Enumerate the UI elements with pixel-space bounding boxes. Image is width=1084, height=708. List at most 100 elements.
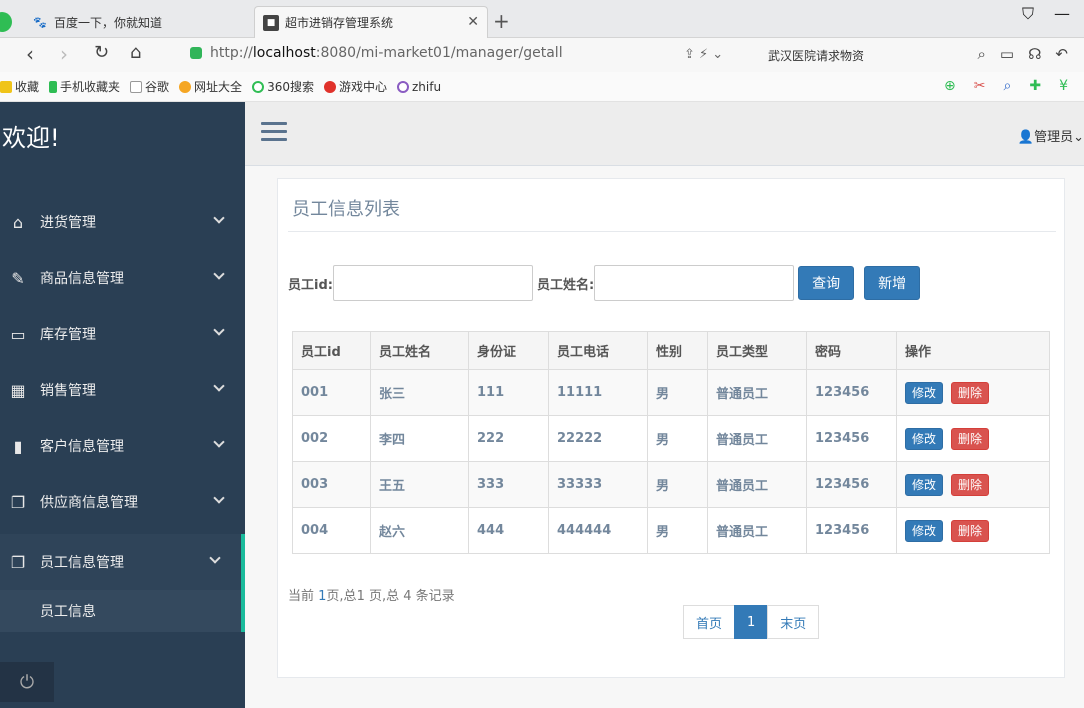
cell-id: 003 xyxy=(292,461,371,508)
new-tab-button[interactable]: + xyxy=(493,9,510,33)
pagination: 首页 1 末页 xyxy=(683,605,820,639)
back-icon[interactable]: ‹ xyxy=(26,42,34,66)
window-controls: ⛉ — xyxy=(1022,4,1084,24)
extension-icon[interactable]: ⊕ xyxy=(944,78,956,94)
sidebar-item-inventory[interactable]: ▭ 库存管理 xyxy=(0,306,245,362)
yen-icon[interactable]: ¥ xyxy=(1059,78,1068,94)
chevron-down-icon xyxy=(213,436,225,448)
cell-gender: 男 xyxy=(647,369,708,416)
search-icon[interactable]: ⌕ xyxy=(978,45,986,63)
last-page-button[interactable]: 末页 xyxy=(767,605,820,639)
delete-button[interactable]: 删除 xyxy=(951,473,990,496)
menu-toggle-icon[interactable] xyxy=(261,122,287,146)
bar-chart-icon: ▮ xyxy=(13,436,23,456)
sidebar-item-label: 进货管理 xyxy=(40,215,96,231)
bookmark-item[interactable]: 网址大全 xyxy=(179,78,242,95)
pagination-info: 当前 1页,总1 页,总 4 条记录 xyxy=(288,589,455,604)
column-header: 员工类型 xyxy=(707,331,807,370)
browser-tab[interactable]: 🐾 百度一下，你就知道 xyxy=(24,6,248,38)
paw-icon: 🐾 xyxy=(33,15,47,29)
cell-actions: 修改 删除 xyxy=(896,507,1050,554)
scissors-icon[interactable]: ✂ xyxy=(974,78,986,94)
cell-type: 普通员工 xyxy=(707,507,807,554)
extension-icons: ⊕ ✂ ⌕ ✚ ¥ xyxy=(944,78,1068,94)
sidebar-item-label: 员工信息管理 xyxy=(40,555,124,571)
cell-id: 001 xyxy=(292,369,371,416)
browser-tab-active[interactable]: ■ 超市进销存管理系统 ✕ xyxy=(254,6,488,38)
delete-button[interactable]: 删除 xyxy=(951,427,990,450)
delete-button[interactable]: 删除 xyxy=(951,519,990,542)
headphones-icon[interactable]: ☊ xyxy=(1028,45,1041,63)
bookmark-item[interactable]: 收藏 xyxy=(0,78,39,95)
home-icon[interactable]: ⌂ xyxy=(130,42,141,63)
chevron-down-icon xyxy=(209,552,221,564)
first-page-button[interactable]: 首页 xyxy=(683,605,736,639)
sidebar-item-label: 供应商信息管理 xyxy=(40,495,138,511)
share-icon[interactable]: ⇪ ⚡ ⌄ xyxy=(684,47,723,62)
forward-icon[interactable]: › xyxy=(60,42,68,66)
delete-button[interactable]: 删除 xyxy=(951,381,990,404)
sidebar-item-suppliers[interactable]: ❐ 供应商信息管理 xyxy=(0,474,245,530)
cell-id-card: 444 xyxy=(468,507,549,554)
sidebar-item-products[interactable]: ✎ 商品信息管理 xyxy=(0,250,245,306)
bookmark-item[interactable]: 360搜索 xyxy=(252,78,314,95)
clone-icon: ❐ xyxy=(10,552,26,572)
page-number-button[interactable]: 1 xyxy=(734,605,769,639)
edit-button[interactable]: 修改 xyxy=(905,427,944,450)
security-shield-icon xyxy=(190,47,202,59)
bookmark-item[interactable]: zhifu xyxy=(396,80,441,94)
bookmark-item[interactable]: 谷歌 xyxy=(130,78,169,95)
cell-id-card: 222 xyxy=(468,415,549,462)
sidebar-item-employees[interactable]: ❐ 员工信息管理 xyxy=(0,534,245,590)
circle-icon xyxy=(396,80,409,93)
cell-password: 123456 xyxy=(806,461,897,508)
gamepad-icon[interactable]: ✚ xyxy=(1029,78,1041,94)
employee-name-input[interactable] xyxy=(594,265,795,301)
add-button[interactable]: 新增 xyxy=(864,266,921,300)
sidebar-item-label: 库存管理 xyxy=(40,327,96,343)
power-icon[interactable]: ⏻ xyxy=(0,662,54,702)
close-tab-icon[interactable]: ✕ xyxy=(467,14,479,30)
table-row: 004 赵六 444 444444 男 普通员工 123456 修改 删除 xyxy=(292,507,1050,554)
edit-button[interactable]: 修改 xyxy=(905,381,944,404)
column-header: 员工姓名 xyxy=(370,331,469,370)
url-prefix: http:// xyxy=(210,45,253,61)
sidebar-item-customers[interactable]: ▮ 客户信息管理 xyxy=(0,418,245,474)
edit-button[interactable]: 修改 xyxy=(905,519,944,542)
shirt-icon[interactable]: ⛉ xyxy=(1022,4,1034,24)
edit-icon: ✎ xyxy=(11,268,25,288)
cell-type: 普通员工 xyxy=(707,461,807,508)
battery-icon[interactable]: ▭ xyxy=(1000,45,1014,63)
bookmark-item[interactable]: 游戏中心 xyxy=(323,78,387,95)
browser-logo-icon xyxy=(0,12,12,32)
sidebar-item-label: 商品信息管理 xyxy=(40,271,124,287)
address-bar[interactable]: http://localhost:8080/mi-market01/manage… xyxy=(190,45,563,61)
user-menu[interactable]: 👤管理员⌄ xyxy=(1018,126,1084,145)
clone-icon: ❐ xyxy=(10,492,26,512)
reload-icon[interactable]: ↻ xyxy=(94,42,109,63)
cell-id: 002 xyxy=(292,415,371,462)
search-suggestion[interactable]: 武汉医院请求物资 xyxy=(768,47,864,64)
cell-password: 123456 xyxy=(806,415,897,462)
star-icon xyxy=(0,80,12,93)
magnifier-icon[interactable]: ⌕ xyxy=(1004,78,1012,94)
bookmark-item[interactable]: 手机收藏夹 xyxy=(49,78,120,95)
edit-button[interactable]: 修改 xyxy=(905,473,944,496)
cell-phone: 444444 xyxy=(548,507,648,554)
undo-icon[interactable]: ↶ xyxy=(1055,45,1068,63)
submenu-item-employee-info[interactable]: 员工信息 xyxy=(0,590,245,632)
cell-gender: 男 xyxy=(647,507,708,554)
column-header: 员工id xyxy=(292,331,371,370)
sidebar-item-sales[interactable]: ▦ 销售管理 xyxy=(0,362,245,418)
query-button[interactable]: 查询 xyxy=(798,266,855,300)
welcome-title: 欢迎! xyxy=(2,124,60,152)
game-icon xyxy=(323,80,336,93)
chevron-down-icon xyxy=(213,324,225,336)
chevron-down-icon xyxy=(213,212,225,224)
employee-id-input[interactable] xyxy=(332,265,533,301)
minimize-icon[interactable]: — xyxy=(1054,4,1070,24)
bookmarks-bar: 收藏 手机收藏夹 谷歌 网址大全 360搜索 游戏中心 zhifu ⊕ ✂ ⌕ … xyxy=(0,72,1084,102)
tab-title: 百度一下，你就知道 xyxy=(54,15,163,30)
sidebar-item-purchase[interactable]: ⌂ 进货管理 xyxy=(0,194,245,250)
table-row: 002 李四 222 22222 男 普通员工 123456 修改 删除 xyxy=(292,415,1050,462)
